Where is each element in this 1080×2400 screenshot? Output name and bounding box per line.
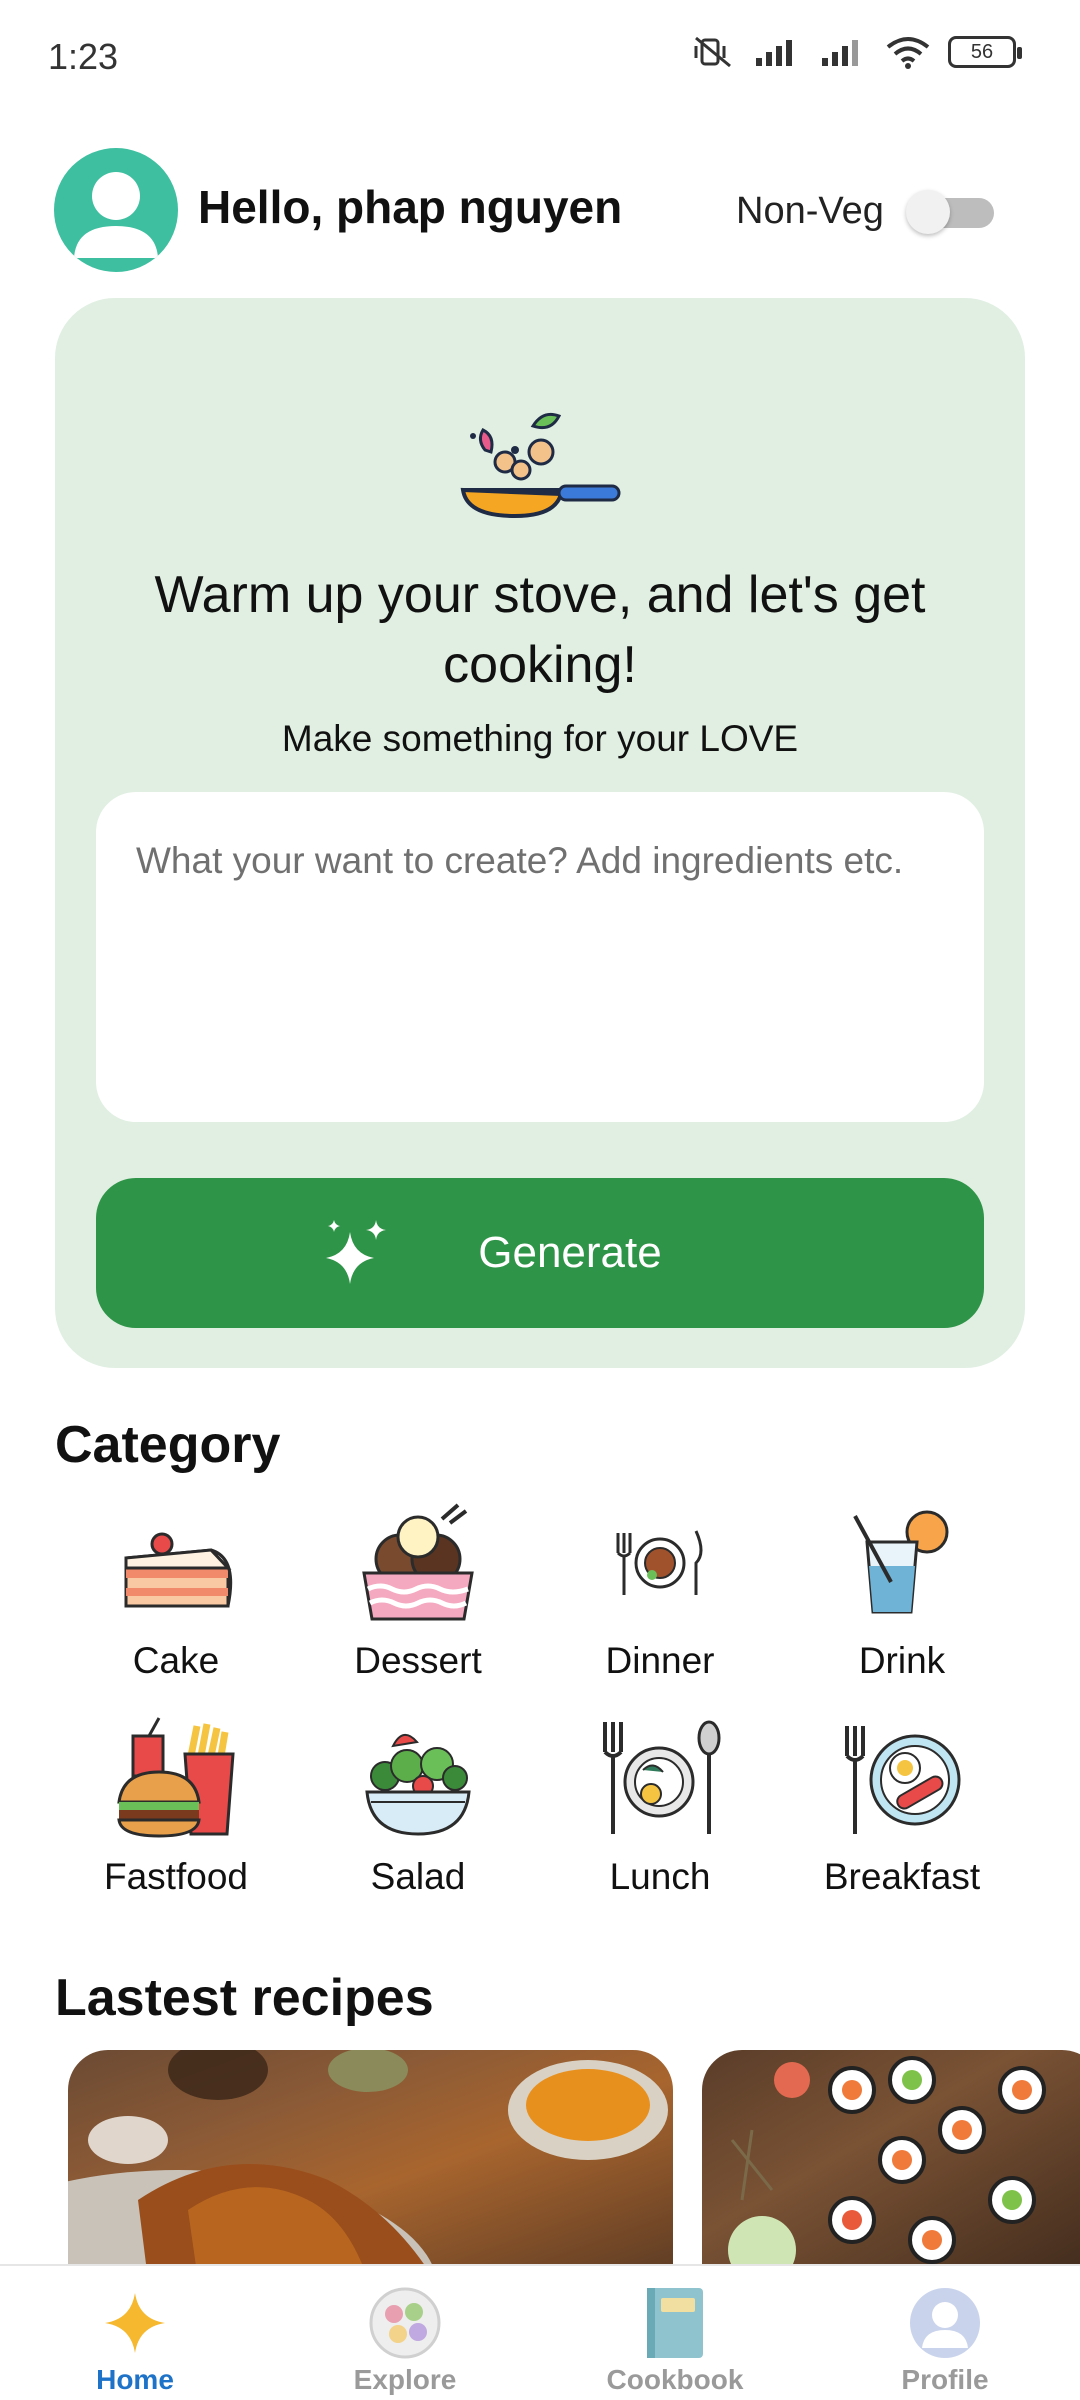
latest-recipes-carousel[interactable]	[68, 2050, 1080, 2265]
category-dessert[interactable]: Dessert	[297, 1500, 539, 1696]
category-label: Fastfood	[104, 1856, 248, 1897]
category-dinner[interactable]: Dinner	[539, 1500, 781, 1696]
category-lunch[interactable]: Lunch	[539, 1716, 781, 1912]
lunch-icon	[603, 1720, 721, 1834]
status-icons: 56	[692, 34, 1022, 70]
category-fastfood[interactable]: Fastfood	[55, 1716, 297, 1912]
status-bar: 1:23 56	[0, 0, 1080, 118]
toggle-knob	[906, 190, 950, 234]
generate-button[interactable]: Generate	[96, 1178, 984, 1328]
fastfood-icon	[117, 1717, 235, 1838]
category-cake[interactable]: Cake	[55, 1500, 297, 1696]
category-breakfast[interactable]: Breakfast	[781, 1716, 1023, 1912]
frying-pan-icon	[460, 412, 621, 519]
recipe-card[interactable]	[68, 2050, 673, 2265]
sparkle-icon	[105, 2293, 165, 2353]
recipe-photo	[728, 2056, 1046, 2265]
category-drink[interactable]: Drink	[781, 1500, 1023, 1696]
category-label: Salad	[370, 1856, 466, 1897]
category-label: Drink	[858, 1640, 946, 1681]
user-avatar-icon	[74, 172, 158, 258]
profile-icon	[910, 2288, 980, 2358]
signal-icon	[822, 40, 858, 66]
category-label: Breakfast	[823, 1856, 981, 1897]
category-salad[interactable]: Salad	[297, 1716, 539, 1912]
nav-profile[interactable]: Profile	[810, 2266, 1080, 2400]
category-label: Dinner	[605, 1640, 715, 1681]
drink-icon	[853, 1510, 949, 1614]
signal-icon	[756, 40, 792, 66]
avatar[interactable]	[54, 148, 178, 272]
wifi-icon	[886, 37, 930, 69]
generate-card: Warm up your stove, and let's get cookin…	[55, 298, 1025, 1368]
nav-cookbook[interactable]: Cookbook	[540, 2266, 810, 2400]
mute-vibrate-icon	[694, 36, 731, 68]
nav-label: Explore	[353, 2364, 457, 2395]
category-label: Cake	[132, 1640, 220, 1681]
battery-icon: 56	[948, 36, 1022, 68]
status-time: 1:23	[48, 36, 119, 77]
greeting-text: Hello, phap nguyen	[198, 181, 623, 233]
nav-home[interactable]: Home	[0, 2266, 270, 2400]
dinner-icon	[616, 1530, 703, 1595]
hero-title: Warm up your stove, and let's get cookin…	[154, 566, 926, 694]
breakfast-icon	[845, 1726, 961, 1834]
category-title: Category	[55, 1416, 281, 1474]
category-grid: Cake Dessert Dinner Drink Fastfood Salad…	[55, 1500, 1025, 1912]
diet-toggle[interactable]	[906, 190, 994, 234]
sparkle-icon	[326, 1220, 386, 1284]
prompt-box[interactable]	[96, 792, 984, 1122]
explore-icon	[369, 2287, 441, 2359]
nav-label: Profile	[901, 2364, 989, 2395]
category-label: Dessert	[354, 1640, 482, 1681]
bottom-nav: Home Explore Cookbook Profile	[0, 2264, 1080, 2400]
category-label: Lunch	[609, 1856, 711, 1897]
cake-icon	[124, 1532, 233, 1608]
hero-subtitle: Make something for your LOVE	[281, 718, 799, 759]
latest-recipes-title: Lastest recipes	[55, 1969, 434, 2027]
cookbook-icon	[647, 2288, 703, 2358]
nav-explore[interactable]: Explore	[270, 2266, 540, 2400]
diet-toggle-label: Non-Veg	[736, 190, 884, 232]
recipe-card[interactable]	[702, 2050, 1080, 2265]
nav-label: Home	[96, 2364, 174, 2395]
dessert-icon	[362, 1503, 474, 1621]
prompt-input[interactable]	[136, 838, 944, 1076]
salad-icon	[365, 1734, 471, 1836]
generate-label: Generate	[478, 1228, 662, 1277]
recipe-photo	[68, 2050, 668, 2265]
nav-label: Cookbook	[606, 2364, 744, 2395]
